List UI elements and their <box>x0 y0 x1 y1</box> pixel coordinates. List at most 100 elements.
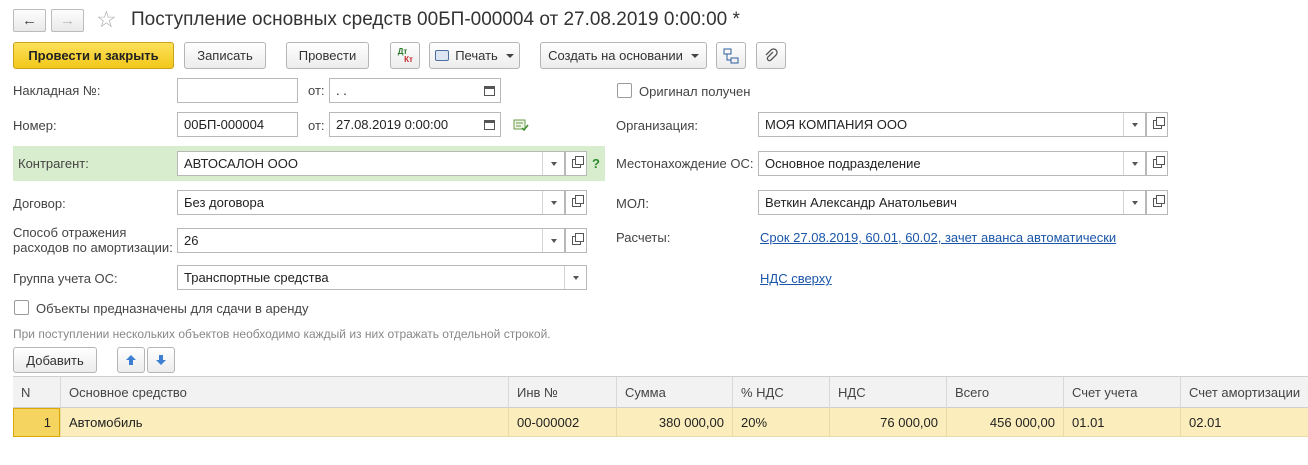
cell-n[interactable]: 1 <box>13 408 60 437</box>
original-received-label: Оригинал получен <box>639 84 751 99</box>
settlements-label: Расчеты: <box>616 230 671 245</box>
contract-open-button[interactable] <box>565 190 587 215</box>
chevron-down-icon[interactable] <box>542 229 564 252</box>
col-vat-rate[interactable]: % НДС <box>732 377 829 408</box>
counterparty-open-button[interactable] <box>565 151 587 176</box>
create-based-on-button[interactable]: Создать на основании <box>540 42 707 69</box>
rent-checkbox-label: Объекты предназначены для сдачи в аренду <box>36 301 309 316</box>
counterparty-label: Контрагент: <box>18 156 89 171</box>
settlements-link[interactable]: Срок 27.08.2019, 60.01, 60.02, зачет ава… <box>760 230 1116 245</box>
col-n[interactable]: N <box>13 377 60 408</box>
mol-field[interactable]: Веткин Александр Анатольевич <box>758 190 1146 215</box>
col-asset[interactable]: Основное средство <box>60 377 508 408</box>
location-label: Местонахождение ОС: <box>616 156 754 171</box>
add-row-button[interactable]: Добавить <box>13 347 97 373</box>
invoice-date-field[interactable]: . . <box>329 78 501 103</box>
invoice-label: Накладная №: <box>13 83 101 98</box>
asset-group-value: Транспортные средства <box>184 270 329 285</box>
arrow-right-icon: → <box>60 12 75 29</box>
mol-value: Веткин Александр Анатольевич <box>765 195 957 210</box>
cell-asset[interactable]: Автомобиль <box>60 408 508 437</box>
cell-account[interactable]: 01.01 <box>1063 408 1180 437</box>
organization-value: МОЯ КОМПАНИЯ ООО <box>765 117 908 132</box>
asset-group-field[interactable]: Транспортные средства <box>177 265 587 290</box>
cell-vat[interactable]: 76 000,00 <box>829 408 946 437</box>
attach-button[interactable] <box>756 42 786 69</box>
chevron-down-icon[interactable] <box>1123 113 1145 136</box>
calendar-icon[interactable] <box>478 113 500 136</box>
counterparty-value: АВТОСАЛОН ООО <box>184 156 298 171</box>
arrow-up-icon <box>126 355 136 365</box>
save-button[interactable]: Записать <box>184 42 266 69</box>
organization-label: Организация: <box>616 118 699 133</box>
dt-kt-button[interactable]: Дт Кт <box>390 42 420 69</box>
calendar-icon[interactable] <box>478 79 500 102</box>
arrow-left-icon: ← <box>22 12 37 29</box>
favorite-star-icon[interactable]: ☆ <box>96 6 117 32</box>
invoice-date-value: . . <box>336 83 347 98</box>
col-inv-number[interactable]: Инв № <box>508 377 616 408</box>
chevron-down-icon[interactable] <box>1123 191 1145 214</box>
cell-sum[interactable]: 380 000,00 <box>616 408 732 437</box>
chevron-down-icon[interactable] <box>1123 152 1145 175</box>
chevron-down-icon[interactable] <box>564 266 586 289</box>
move-up-button[interactable] <box>117 347 145 373</box>
amortization-value: 26 <box>184 233 199 248</box>
counterparty-field[interactable]: АВТОСАЛОН ООО <box>177 151 565 176</box>
amortization-open-button[interactable] <box>565 228 587 253</box>
vat-link[interactable]: НДС сверху <box>760 271 832 286</box>
post-button[interactable]: Провести <box>286 42 369 69</box>
organization-field[interactable]: МОЯ КОМПАНИЯ ООО <box>758 112 1146 137</box>
rent-checkbox[interactable] <box>14 300 29 315</box>
help-icon[interactable]: ? <box>592 156 600 171</box>
col-account[interactable]: Счет учета <box>1063 377 1180 408</box>
open-icon <box>571 195 584 207</box>
cell-vat-rate[interactable]: 20% <box>732 408 829 437</box>
hint-text: При поступлении нескольких объектов необ… <box>13 327 551 341</box>
col-amort-account[interactable]: Счет амортизации <box>1180 377 1308 408</box>
col-vat[interactable]: НДС <box>829 377 946 408</box>
open-icon <box>1152 117 1165 129</box>
amortization-label-line2: расходов по амортизации: <box>13 240 173 255</box>
cell-inv-number[interactable]: 00-000002 <box>508 408 616 437</box>
chevron-down-icon[interactable] <box>542 191 564 214</box>
table-row[interactable]: 1 Автомобиль 00-000002 380 000,00 20% 76… <box>13 408 1308 437</box>
invoice-number-field[interactable] <box>177 78 298 103</box>
structure-button[interactable] <box>716 42 746 69</box>
col-sum[interactable]: Сумма <box>616 377 732 408</box>
cell-total[interactable]: 456 000,00 <box>946 408 1063 437</box>
assets-table: N Основное средство Инв № Сумма % НДС НД… <box>13 376 1308 437</box>
contract-value: Без договора <box>184 195 264 210</box>
document-date-field[interactable]: 27.08.2019 0:00:00 <box>329 112 501 137</box>
chevron-down-icon[interactable] <box>542 152 564 175</box>
chevron-down-icon <box>690 53 699 58</box>
paperclip-icon <box>765 47 778 61</box>
amortization-field[interactable]: 26 <box>177 228 565 253</box>
location-value: Основное подразделение <box>765 156 921 171</box>
location-field[interactable]: Основное подразделение <box>758 151 1146 176</box>
mol-open-button[interactable] <box>1146 190 1168 215</box>
contract-field[interactable]: Без договора <box>177 190 565 215</box>
move-down-button[interactable] <box>147 347 175 373</box>
asset-group-label: Группа учета ОС: <box>13 271 118 286</box>
kt-label: Кт <box>404 54 413 64</box>
number-field[interactable]: 00БП-000004 <box>177 112 298 137</box>
number-value: 00БП-000004 <box>184 117 265 132</box>
post-and-close-button[interactable]: Провести и закрыть <box>13 42 174 69</box>
create-based-label: Создать на основании <box>548 48 683 63</box>
forward-button[interactable]: → <box>51 9 84 32</box>
original-received-checkbox[interactable] <box>617 83 632 98</box>
organization-open-button[interactable] <box>1146 112 1168 137</box>
arrow-down-icon <box>156 355 166 365</box>
contract-label: Договор: <box>13 196 66 211</box>
amortization-label: Способ отражения расходов по амортизации… <box>13 225 173 255</box>
print-button[interactable]: Печать <box>429 42 520 69</box>
location-open-button[interactable] <box>1146 151 1168 176</box>
document-date-value: 27.08.2019 0:00:00 <box>336 117 449 132</box>
cell-amort-account[interactable]: 02.01 <box>1180 408 1308 437</box>
back-button[interactable]: ← <box>13 9 46 32</box>
table-header: N Основное средство Инв № Сумма % НДС НД… <box>13 376 1308 408</box>
open-icon <box>1152 156 1165 168</box>
col-total[interactable]: Всего <box>946 377 1063 408</box>
numbering-settings-icon[interactable] <box>513 118 529 132</box>
